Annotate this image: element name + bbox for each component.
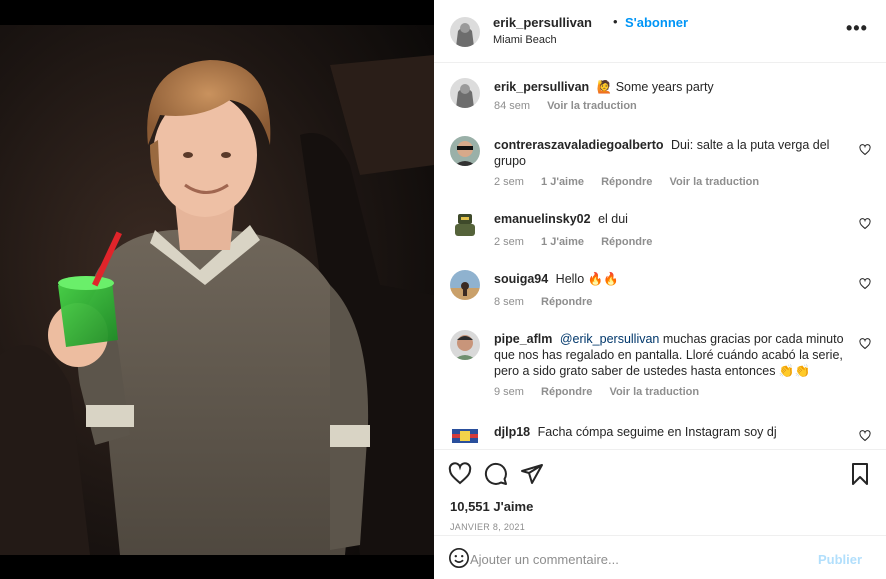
comment-likes[interactable]: 1 J'aime [541,236,584,248]
avatar[interactable] [450,421,480,448]
caption-username[interactable]: erik_persullivan [494,80,589,94]
post-actions: 10,551 J'aime JANVIER 8, 2021 [434,449,886,534]
reply-button[interactable]: Répondre [541,296,592,308]
reply-button[interactable]: Répondre [541,386,592,398]
comment-likes[interactable]: 1 J'aime [541,176,584,188]
comment-meta: 2 sem 1 J'aime Répondre Voir la traducti… [494,176,773,188]
avatar[interactable] [450,330,480,360]
follow-button[interactable]: S'abonner [625,15,688,30]
publish-button[interactable]: Publier [818,552,862,567]
comment-time[interactable]: 2 sem [494,236,524,248]
caption-time[interactable]: 84 sem [494,100,530,112]
comment-body: el dui [598,212,628,226]
heart-icon[interactable] [448,462,472,486]
comment-time[interactable]: 2 sem [494,176,524,188]
comment-body: Hello 🔥🔥 [555,272,619,286]
author-avatar[interactable] [450,17,480,47]
comment-time[interactable]: 9 sem [494,386,524,398]
comment-meta: 8 sem Répondre [494,296,606,308]
caption-body: 🙋 Some years party [596,80,714,94]
translate-link[interactable]: Voir la traduction [547,100,637,112]
comment-username[interactable]: souiga94 [494,272,548,286]
post-photo[interactable] [0,25,434,555]
avatar[interactable] [450,136,480,166]
comment-username[interactable]: djlp18 [494,425,530,439]
caption-meta: 84 sem Voir la traduction [494,100,651,112]
comment-body: Facha cómpa seguime en Instagram soy dj [537,425,777,439]
bookmark-icon[interactable] [848,462,872,486]
comment-text: contreraszavaladiegoalberto Dui: salte a… [494,137,854,169]
heart-icon[interactable] [859,430,871,442]
comment-meta: 2 sem 1 J'aime Répondre [494,236,666,248]
add-comment-bar: Ajouter un commentaire... Publier [434,535,886,579]
comment-icon[interactable] [484,462,508,486]
comment-input[interactable]: Ajouter un commentaire... [470,552,619,567]
post-photo-area [0,0,434,579]
likes-count[interactable]: 10,551 J'aime [450,499,533,514]
comment-time[interactable]: 8 sem [494,296,524,308]
comment-username[interactable]: emanuelinsky02 [494,212,591,226]
comment-username[interactable]: contreraszavaladiegoalberto [494,138,664,152]
heart-icon[interactable] [859,218,871,230]
caption-text: erik_persullivan 🙋 Some years party [494,79,854,95]
author-avatar[interactable] [450,78,480,108]
post-location[interactable]: Miami Beach [493,34,557,46]
heart-icon[interactable] [859,144,871,156]
comment-text: pipe_aflm @erik_persullivan muchas graci… [494,331,854,379]
share-icon[interactable] [520,462,544,486]
avatar[interactable] [450,210,480,240]
comment-text: djlp18 Facha cómpa seguime en Instagram … [494,424,854,440]
comment-text: souiga94 Hello 🔥🔥 [494,271,854,287]
post-date: JANVIER 8, 2021 [450,522,526,532]
translate-link[interactable]: Voir la traduction [669,176,759,188]
more-icon[interactable]: ••• [846,18,868,39]
translate-link[interactable]: Voir la traduction [609,386,699,398]
post-header: erik_persullivan • S'abonner Miami Beach… [434,0,886,63]
heart-icon[interactable] [859,278,871,290]
header-separator: • [613,14,618,29]
post-side-panel: erik_persullivan • S'abonner Miami Beach… [434,0,886,579]
author-username[interactable]: erik_persullivan [493,15,592,30]
comment-mention[interactable]: @erik_persullivan [560,332,660,346]
emoji-icon[interactable] [448,547,470,569]
comment-username[interactable]: pipe_aflm [494,332,552,346]
comments-list[interactable]: erik_persullivan 🙋 Some years party 84 s… [434,64,886,448]
heart-icon[interactable] [859,338,871,350]
avatar[interactable] [450,270,480,300]
reply-button[interactable]: Répondre [601,236,652,248]
comment-text: emanuelinsky02 el dui [494,211,854,227]
reply-button[interactable]: Répondre [601,176,652,188]
instagram-post-window: erik_persullivan • S'abonner Miami Beach… [0,0,886,579]
comment-meta: 9 sem Répondre Voir la traduction [494,386,713,398]
